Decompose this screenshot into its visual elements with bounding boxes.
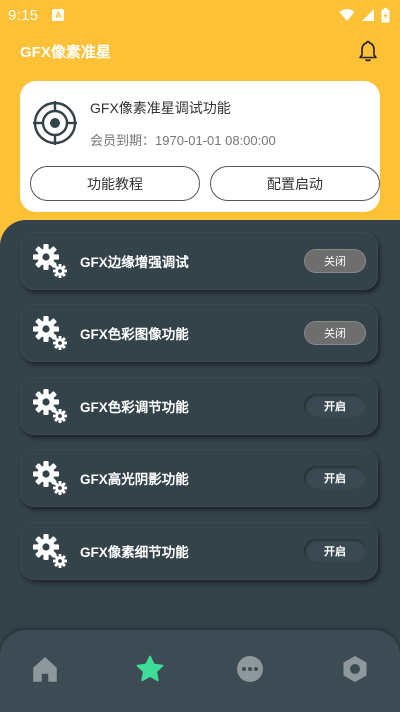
feature-row[interactable]: GFX高光阴影功能 开启 — [20, 449, 378, 507]
feature-toggle-button[interactable]: 开启 — [304, 394, 366, 418]
feature-toggle-button[interactable]: 开启 — [304, 466, 366, 490]
gear-icon — [33, 389, 67, 423]
tutorial-button[interactable]: 功能教程 — [30, 166, 200, 201]
launch-config-button[interactable]: 配置启动 — [210, 166, 380, 201]
gear-icon — [33, 534, 67, 568]
star-icon[interactable] — [135, 654, 165, 684]
bottom-nav — [0, 630, 400, 712]
feature-toggle-button[interactable]: 关闭 — [304, 249, 366, 273]
gear-icon — [33, 244, 67, 278]
crosshair-target-icon — [33, 101, 77, 145]
home-icon[interactable] — [30, 654, 60, 684]
feature-row[interactable]: GFX像素细节功能 开启 — [20, 522, 378, 580]
feature-label: GFX像素细节功能 — [80, 545, 189, 560]
membership-expiry: 会员到期：1970-01-01 08:00:00 — [90, 133, 276, 148]
feature-row[interactable]: GFX色彩图像功能 关闭 — [20, 304, 378, 362]
info-card: GFX像素准星调试功能 会员到期：1970-01-01 08:00:00 功能教… — [20, 81, 380, 212]
feature-row[interactable]: GFX色彩调节功能 开启 — [20, 377, 378, 435]
hexagon-settings-icon[interactable] — [340, 654, 370, 684]
card-title: GFX像素准星调试功能 — [90, 100, 231, 116]
feature-label: GFX色彩图像功能 — [80, 327, 189, 342]
signal-icon — [362, 9, 374, 21]
app-header: GFX像素准星 — [0, 36, 400, 66]
feature-label: GFX色彩调节功能 — [80, 400, 189, 415]
gear-icon — [33, 461, 67, 495]
wifi-icon — [339, 9, 355, 21]
status-bar: 9:15 A — [0, 0, 400, 30]
feature-label: GFX边缘增强调试 — [80, 255, 189, 270]
bell-icon[interactable] — [356, 39, 380, 63]
status-time: 9:15 — [8, 6, 39, 24]
battery-icon — [381, 7, 390, 22]
page-title: GFX像素准星 — [20, 43, 111, 61]
notification-app-icon: A — [52, 9, 65, 21]
feature-toggle-button[interactable]: 开启 — [304, 539, 366, 563]
feature-row[interactable]: GFX边缘增强调试 关闭 — [20, 232, 378, 290]
feature-label: GFX高光阴影功能 — [80, 472, 189, 487]
feature-toggle-button[interactable]: 关闭 — [304, 321, 366, 345]
status-indicators — [339, 7, 390, 23]
gear-icon — [33, 316, 67, 350]
chat-more-icon[interactable] — [235, 654, 265, 684]
